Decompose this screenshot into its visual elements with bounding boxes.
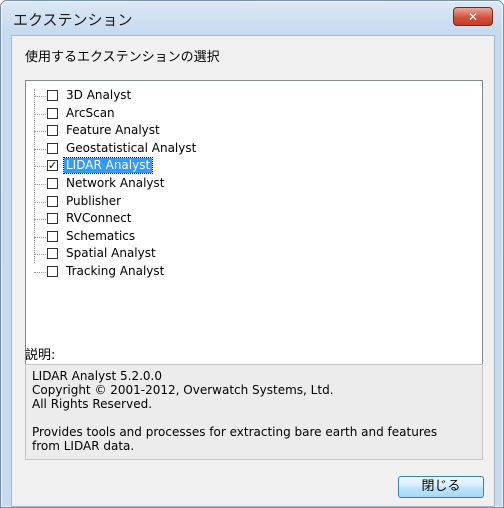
extension-item[interactable]: Network Analyst (34, 175, 434, 192)
tree-branch-line (34, 201, 46, 203)
window-close-button[interactable]: ✕ (453, 7, 493, 26)
extension-checkbox[interactable] (47, 178, 58, 189)
extension-label[interactable]: RVConnect (64, 211, 134, 226)
extensions-list[interactable]: 3D Analyst ArcScan Feature Analyst Geostati… (25, 80, 483, 376)
tree-branch-line (34, 184, 46, 185)
close-icon: ✕ (467, 9, 479, 24)
tree-branch-line (34, 272, 46, 273)
tree-branch-line (34, 166, 46, 168)
extension-label[interactable]: Feature Analyst (64, 123, 162, 138)
extension-label[interactable]: Publisher (64, 194, 123, 209)
extension-label[interactable]: Network Analyst (64, 176, 166, 191)
extension-item[interactable]: Publisher (34, 193, 434, 210)
dialog-client-area: 使用するエクステンションの選択 3D Analyst ArcScan Feature… (11, 35, 495, 507)
description-box: LIDAR Analyst 5.2.0.0 Copyright © 2001-2… (25, 364, 483, 460)
description-label: 説明: (25, 348, 56, 363)
description-line: Copyright © 2001-2012, Overwatch Systems… (32, 383, 334, 397)
extensions-section-label: 使用するエクステンションの選択 (25, 50, 220, 65)
extension-label[interactable]: LIDAR Analyst (62, 157, 154, 175)
extension-checkbox[interactable] (47, 195, 58, 207)
tree-branch-line (34, 236, 46, 238)
extension-item[interactable]: Schematics (34, 228, 434, 245)
extension-item[interactable]: RVConnect (34, 210, 434, 227)
extension-checkbox[interactable] (47, 230, 58, 242)
tree-branch-line (34, 96, 46, 97)
extension-item[interactable]: 3D Analyst (34, 87, 434, 104)
extension-item[interactable]: Geostatistical Analyst (34, 140, 434, 157)
extension-item[interactable]: Tracking Analyst (34, 263, 434, 280)
extension-item[interactable]: ArcScan (34, 105, 434, 122)
extension-label[interactable]: Schematics (64, 229, 137, 244)
extension-label[interactable]: Tracking Analyst (64, 264, 166, 279)
extension-checkbox[interactable] (47, 90, 58, 101)
extension-item[interactable]: Feature Analyst (34, 122, 434, 139)
extension-item[interactable]: ✓ LIDAR Analyst (34, 157, 434, 175)
tree-branch-line (34, 219, 46, 221)
extension-checkbox[interactable] (47, 266, 58, 277)
extension-label[interactable]: ArcScan (64, 106, 117, 121)
tree-branch-line (34, 131, 46, 133)
extension-label[interactable]: 3D Analyst (64, 88, 133, 103)
description-line: LIDAR Analyst 5.2.0.0 (32, 369, 162, 383)
extension-checkbox[interactable] (47, 248, 58, 260)
extension-checkbox[interactable] (47, 213, 58, 225)
extension-label[interactable]: Geostatistical Analyst (64, 141, 198, 156)
extension-item[interactable]: Spatial Analyst (34, 245, 434, 262)
description-line: Provides tools and processes for extract… (32, 425, 438, 439)
window-title: エクステンション (13, 11, 133, 29)
description-line: All Rights Reserved. (32, 397, 153, 411)
extension-label[interactable]: Spatial Analyst (64, 246, 158, 261)
extension-checkbox[interactable] (47, 125, 58, 137)
tree-branch-line (34, 113, 46, 115)
tree-branch-line (34, 148, 46, 150)
tree-branch-line (34, 254, 46, 256)
extension-checkbox[interactable] (47, 142, 58, 154)
extensions-dialog: エクステンション ✕ 使用するエクステンションの選択 3D Analyst Arc… (0, 0, 504, 508)
title-bar[interactable]: エクステンション ✕ (1, 1, 503, 35)
extension-checkbox[interactable]: ✓ (47, 160, 58, 172)
close-button[interactable]: 閉じる (398, 476, 484, 498)
extension-checkbox[interactable] (47, 107, 58, 119)
description-line: from LIDAR data. (32, 439, 135, 453)
